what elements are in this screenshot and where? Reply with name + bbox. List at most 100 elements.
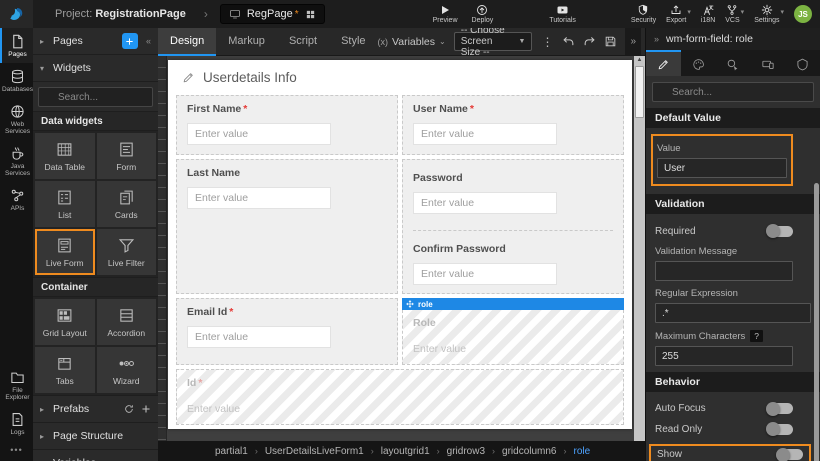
widget-tile-live-form[interactable]: Live Form [35, 229, 95, 275]
tab-styles[interactable] [681, 50, 716, 76]
user-avatar[interactable]: JS [794, 5, 812, 23]
breadcrumb-role-current[interactable]: role [574, 446, 591, 457]
collapse-inspector-icon[interactable]: » [654, 34, 659, 44]
field-confirm-password[interactable]: Confirm Password [413, 230, 613, 293]
show-toggle[interactable] [778, 449, 803, 460]
collapse-panel-icon[interactable]: « [146, 36, 151, 46]
breadcrumb-gridcolumn6[interactable]: gridcolumn6 [502, 446, 556, 457]
field-email[interactable]: Email Id* [176, 298, 398, 365]
settings-caret-icon[interactable]: ▾ [780, 8, 784, 16]
auto-focus-toggle[interactable] [768, 403, 793, 414]
bind-icon[interactable] [799, 225, 811, 237]
preview-button[interactable]: Preview [433, 4, 458, 24]
widgets-section-header[interactable]: ▾ Widgets [33, 55, 158, 82]
expand-panel-icon[interactable]: » [625, 28, 641, 56]
field-role-hidden[interactable]: Role Enter value [402, 310, 624, 365]
field-first-name[interactable]: First Name* [176, 95, 398, 155]
widget-tile-list[interactable]: List [35, 181, 95, 227]
confirm-password-input[interactable] [413, 263, 557, 285]
variables-section-header[interactable]: ▸ Variables [33, 449, 158, 461]
settings-button[interactable]: Settings [754, 4, 779, 24]
validation-message-input[interactable] [655, 261, 793, 281]
breadcrumb-gridrow3[interactable]: gridrow3 [447, 446, 485, 457]
pages-grid-icon[interactable] [305, 9, 316, 20]
field-last-name[interactable]: Last Name [176, 159, 398, 294]
vcs-caret-icon[interactable]: ▾ [741, 8, 745, 16]
scroll-up-icon[interactable]: ▲ [634, 57, 645, 63]
redo-button[interactable] [583, 35, 596, 48]
tab-markup[interactable]: Markup [216, 28, 277, 56]
security-button[interactable]: Security [631, 4, 656, 24]
inspector-scrollbar[interactable] [814, 183, 819, 461]
vcs-button[interactable]: VCS [725, 4, 739, 24]
rail-item-apis[interactable]: APIs [0, 182, 33, 217]
breadcrumb-partial1[interactable]: partial1 [215, 446, 248, 457]
breadcrumb-userdetailsliveform1[interactable]: UserDetailsLiveForm1 [265, 446, 364, 457]
scroll-handle[interactable] [635, 66, 644, 118]
page-tab[interactable]: RegPage * [220, 4, 325, 24]
widget-tile-live-filter[interactable]: Live Filter [97, 229, 157, 275]
page-structure-section-header[interactable]: ▸ Page Structure [33, 422, 158, 449]
screen-size-select[interactable]: -- Choose Screen Size --▼ [454, 32, 533, 51]
pages-section-header[interactable]: ▸ Pages « [33, 28, 158, 55]
first-name-input[interactable] [187, 123, 331, 145]
tab-events[interactable] [716, 50, 751, 76]
canvas-scrollbar[interactable]: ▲ [634, 56, 645, 441]
tab-design[interactable]: Design [158, 28, 216, 56]
undo-button[interactable] [562, 35, 575, 48]
password-input[interactable] [413, 192, 557, 214]
rail-item-pages[interactable]: Pages [0, 28, 33, 63]
field-password[interactable]: Password [413, 160, 613, 218]
wavemaker-logo[interactable] [0, 0, 33, 28]
export-caret-icon[interactable]: ▾ [687, 8, 691, 16]
rail-overflow-icon[interactable]: ••• [0, 441, 33, 461]
rail-item-java-services[interactable]: Java Services [0, 140, 33, 182]
rail-item-logs[interactable]: Logs [0, 406, 33, 441]
tutorials-button[interactable]: Tutorials [549, 4, 576, 24]
add-page-button[interactable] [122, 33, 138, 49]
required-toggle[interactable] [768, 226, 793, 237]
more-options-icon[interactable]: ⋮ [540, 35, 554, 49]
bind-icon[interactable] [799, 350, 811, 362]
tab-security[interactable] [785, 50, 820, 76]
inspector-search-input[interactable] [672, 87, 808, 98]
tab-devices[interactable] [750, 50, 785, 76]
i18n-button[interactable]: i18N [701, 4, 715, 24]
deploy-button[interactable]: Deploy [472, 4, 494, 24]
tab-script[interactable]: Script [277, 28, 329, 56]
email-input[interactable] [187, 326, 331, 348]
rail-item-databases[interactable]: Databases [0, 63, 33, 98]
maximum-characters-input[interactable] [655, 346, 793, 366]
value-input[interactable] [657, 158, 787, 178]
field-id-hidden[interactable]: Id* Enter value [176, 369, 624, 425]
help-icon[interactable]: ? [750, 330, 763, 342]
user-name-input[interactable] [413, 123, 557, 145]
project-chevron-icon[interactable]: › [204, 7, 208, 21]
widget-tile-tabs[interactable]: Tabs [35, 347, 95, 393]
last-name-input[interactable] [187, 187, 331, 209]
save-page-button[interactable] [604, 35, 617, 48]
rail-item-file-explorer[interactable]: File Explorer [0, 364, 33, 406]
regular-expression-input[interactable] [655, 303, 811, 323]
bind-icon[interactable] [799, 423, 811, 435]
variables-dropdown[interactable]: (x)Variables⌄ [378, 36, 446, 48]
export-button[interactable]: Export [666, 4, 686, 24]
prefabs-section-header[interactable]: ▸ Prefabs [33, 395, 158, 422]
widget-tile-cards[interactable]: Cards [97, 181, 157, 227]
read-only-toggle[interactable] [768, 424, 793, 435]
bind-icon[interactable] [799, 170, 811, 182]
widget-search-input[interactable] [58, 92, 147, 103]
tab-properties[interactable] [646, 50, 681, 76]
refresh-icon[interactable] [124, 404, 134, 414]
selection-bar[interactable]: role [402, 298, 624, 310]
widget-tile-wizard[interactable]: Wizard [97, 347, 157, 393]
rail-item-web-services[interactable]: Web Services [0, 98, 33, 140]
bind-icon[interactable] [799, 265, 811, 277]
widget-tile-data-table[interactable]: Data Table [35, 133, 95, 179]
breadcrumb-layoutgrid1[interactable]: layoutgrid1 [381, 446, 430, 457]
plus-icon[interactable] [141, 404, 151, 414]
tab-style[interactable]: Style [329, 28, 377, 56]
widget-tile-form[interactable]: Form [97, 133, 157, 179]
widget-tile-accordion[interactable]: Accordion [97, 299, 157, 345]
field-user-name[interactable]: User Name* [402, 95, 624, 155]
